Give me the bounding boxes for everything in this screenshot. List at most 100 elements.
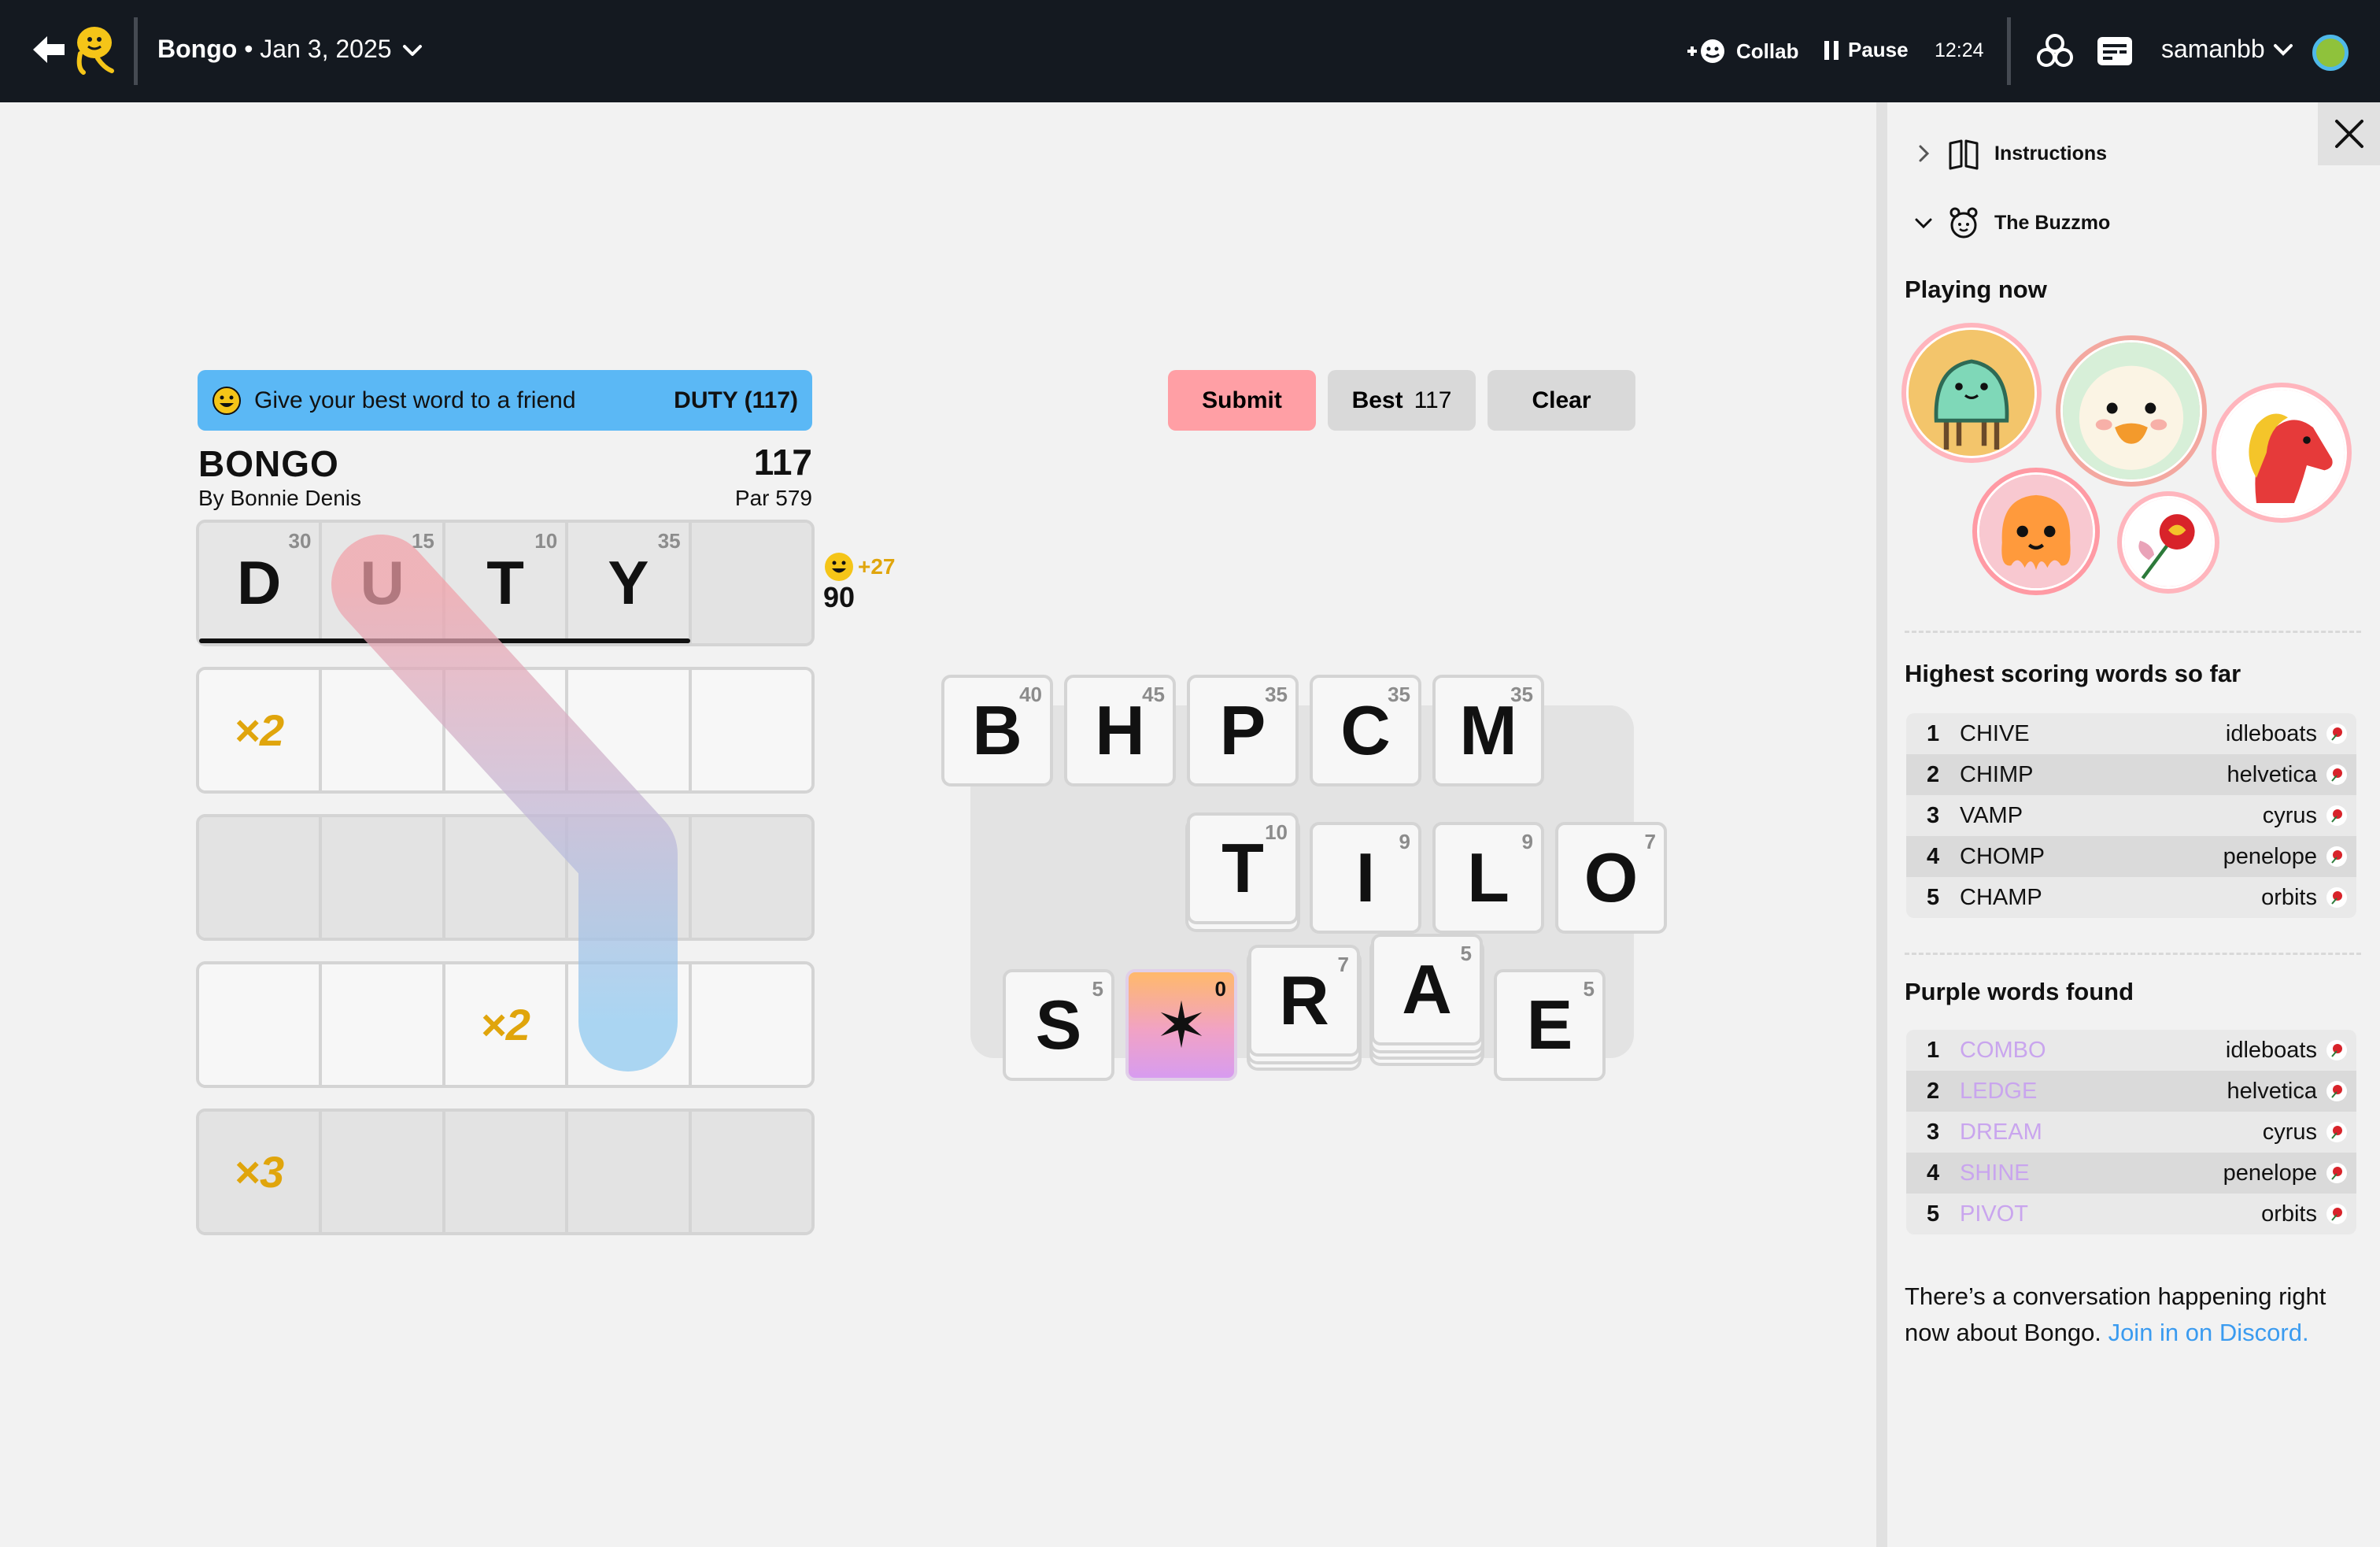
game-score: 117 [753,442,812,483]
board-cell[interactable] [199,964,323,1085]
list-item[interactable]: 5 PIVOT orbits [1906,1194,2356,1234]
player-avatar[interactable] [2056,335,2207,487]
list-item[interactable]: 4 CHOMP penelope [1906,836,2356,877]
player-name: cyrus [2262,1119,2317,1145]
submit-label: Submit [1202,387,1282,413]
tile-points: 40 [1019,683,1042,706]
list-item[interactable]: 1 COMBO idleboats [1906,1030,2356,1071]
tile-points: 9 [1399,830,1410,853]
pause-button[interactable]: Pause [1824,38,1909,62]
captions-icon[interactable] [2095,31,2134,71]
rank: 4 [1927,1160,1940,1186]
board-cell[interactable]: 10 T [445,523,569,643]
user-menu[interactable]: samanbb [2161,35,2293,64]
letter-tile[interactable]: 5A [1371,934,1483,1046]
top-bar: Bongo • Jan 3, 2025 Collab Pause 12:24 s… [0,0,2380,102]
list-item[interactable]: 3 VAMP cyrus [1906,795,2356,836]
submit-button[interactable]: Submit [1168,370,1316,431]
word: CHIVE [1960,720,2030,746]
instructions-toggle[interactable]: Instructions [1913,135,2107,172]
word: SHINE [1960,1160,2030,1186]
board-cell[interactable] [691,670,811,790]
rank: 5 [1927,1201,1940,1227]
list-item[interactable]: 2 LEDGE helvetica [1906,1071,2356,1112]
chevron-right-icon [1919,145,1930,162]
letter-tile[interactable]: 35 P [1187,675,1299,786]
list-item[interactable]: 4 SHINE penelope [1906,1153,2356,1194]
board-cell[interactable]: 30 D [199,523,323,643]
collab-button[interactable]: Collab [1686,38,1798,65]
board-cell[interactable] [445,1112,569,1232]
player-avatar[interactable] [1901,323,2042,463]
player-name: orbits [2261,1201,2317,1227]
board-cell[interactable] [568,670,692,790]
board-cell[interactable] [322,670,445,790]
discord-link[interactable]: Join in on Discord. [2108,1319,2309,1346]
player-name: penelope [2223,843,2317,869]
letter-tile[interactable]: 40 B [941,675,1053,786]
share-message: Give your best word to a friend [254,387,576,413]
board-cell[interactable] [322,817,445,938]
rose-icon [2326,1081,2347,1101]
letter-tile[interactable]: 9L [1432,822,1544,934]
letter-tile[interactable]: 35 C [1310,675,1421,786]
close-icon [2334,120,2363,148]
board-cell[interactable] [691,964,811,1085]
letter-tile[interactable]: 10 T [1187,812,1299,924]
tile-points: 7 [1337,953,1349,976]
list-item[interactable]: 2 CHIMP helvetica [1906,754,2356,795]
player-avatar[interactable] [1972,468,2100,595]
clear-button[interactable]: Clear [1488,370,1635,431]
board-cell[interactable] [691,1112,811,1232]
board-cell[interactable]: 35 Y [568,523,692,643]
letter-tile[interactable]: 45 H [1064,675,1176,786]
list-item[interactable]: 1 CHIVE idleboats [1906,713,2356,754]
board-cell[interactable] [322,1112,445,1232]
board-cell[interactable] [445,817,569,938]
share-banner[interactable]: Give your best word to a friend DUTY (11… [198,370,812,431]
board-cell[interactable]: ×2 [199,670,323,790]
board-cell[interactable] [445,670,569,790]
best-button[interactable]: Best 117 [1328,370,1476,431]
letter-tile[interactable]: 7O [1555,822,1667,934]
buzzmo-toggle[interactable]: The Buzzmo [1913,205,2110,241]
back-arrow-icon[interactable] [28,30,68,69]
player-avatar[interactable] [2117,491,2219,594]
stats-icon[interactable] [2035,31,2075,71]
user-avatar-icon[interactable] [2312,35,2349,71]
rank: 1 [1927,1037,1940,1063]
word: VAMP [1960,802,2023,828]
board-row-1: 30 D 15 U 10 T 35 Y [196,520,815,646]
board-cell[interactable] [568,1112,692,1232]
chevron-down-icon[interactable] [401,41,423,60]
wildcard-tile[interactable]: 0 ✶ [1125,969,1237,1081]
board-cell[interactable]: 15 U [322,523,445,643]
letter-tile[interactable]: 35 M [1432,675,1544,786]
tile-points: 0 [1214,977,1226,1001]
board-cell[interactable]: ×3 [199,1112,323,1232]
board-cell[interactable] [568,964,692,1085]
board-cell[interactable] [691,817,811,938]
list-item[interactable]: 5 CHAMP orbits [1906,877,2356,918]
letter-tile[interactable]: 5S [1003,969,1114,1081]
page-title[interactable]: Bongo • Jan 3, 2025 [157,35,392,64]
board-cell[interactable]: ×2 [445,964,569,1085]
close-panel-button[interactable] [2318,102,2380,165]
playing-now-heading: Playing now [1905,276,2047,303]
letter-tile[interactable]: 5E [1494,969,1606,1081]
rank: 1 [1927,720,1940,746]
letter-tile[interactable]: 9I [1310,822,1421,934]
board-cell[interactable] [322,964,445,1085]
tile-letter: O [1584,838,1639,916]
cell-points: 15 [411,529,434,553]
tile-letter: P [1219,691,1266,769]
list-item[interactable]: 3 DREAM cyrus [1906,1112,2356,1153]
board-cell[interactable] [691,523,811,643]
board-cell[interactable] [568,817,692,938]
rank: 4 [1927,843,1940,869]
cell-letter: Y [608,548,649,617]
player-avatar[interactable] [2212,383,2352,523]
puzzle-date: Jan 3, 2025 [260,35,392,63]
board-cell[interactable] [199,817,323,938]
letter-tile[interactable]: 7R [1248,945,1360,1057]
